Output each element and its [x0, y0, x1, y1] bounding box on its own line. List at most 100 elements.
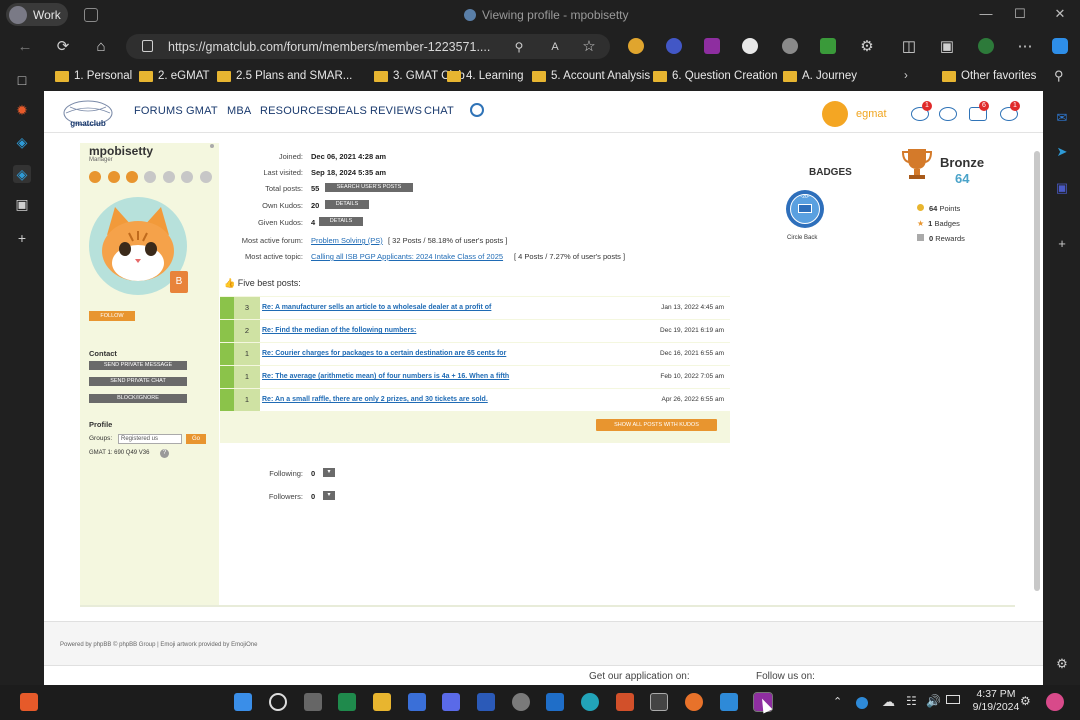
own-kudos-details-button[interactable]: DETAILS: [325, 200, 369, 209]
system-clock[interactable]: 4:37 PM 9/19/2024: [972, 688, 1020, 714]
messages-icon[interactable]: [939, 107, 957, 121]
read-aloud-icon[interactable]: A: [546, 38, 564, 56]
post-link[interactable]: Re: An a small raffle, there are only 2 …: [262, 396, 488, 403]
account-name[interactable]: egmat: [856, 108, 887, 120]
add-icon[interactable]: +: [13, 229, 31, 247]
split-screen-icon[interactable]: ◫: [900, 38, 918, 56]
copilot-icon[interactable]: [1046, 693, 1064, 711]
task-view-icon[interactable]: [304, 693, 322, 711]
volume-icon[interactable]: 🔊: [926, 694, 941, 708]
given-kudos-details-button[interactable]: DETAILS: [319, 217, 363, 226]
extension-icon[interactable]: ◈: [13, 165, 31, 183]
nav-resources[interactable]: RESOURCES: [260, 105, 331, 117]
tab-list-icon[interactable]: □: [13, 71, 31, 89]
word-icon[interactable]: [477, 693, 495, 711]
notepad-icon[interactable]: [720, 693, 738, 711]
settings-gear-icon[interactable]: ⚙: [1053, 655, 1071, 673]
post-link[interactable]: Re: A manufacturer sells an article to a…: [262, 304, 491, 311]
outlook-icon[interactable]: ✉: [1053, 109, 1071, 127]
most-active-forum-link[interactable]: Problem Solving (PS): [311, 236, 383, 245]
chevron-up-icon[interactable]: ⌃: [833, 695, 842, 708]
search-users-posts-button[interactable]: SEARCH USER'S POSTS: [325, 183, 413, 192]
nav-forums[interactable]: FORUMS: [134, 105, 183, 117]
refresh-icon[interactable]: ⟳: [54, 38, 72, 56]
post-link[interactable]: Re: Courier charges for packages to a ce…: [262, 350, 506, 357]
nav-gmat[interactable]: GMAT: [186, 105, 218, 117]
gmatclub-logo[interactable]: gmatclub: [60, 99, 116, 129]
widget-icon[interactable]: [20, 693, 38, 711]
nav-chat[interactable]: CHAT: [424, 105, 454, 117]
browser-profile-button[interactable]: Work: [6, 3, 68, 26]
firefox-icon[interactable]: [685, 693, 703, 711]
groups-select[interactable]: Registered us: [118, 434, 182, 444]
search-icon[interactable]: [269, 693, 287, 711]
snipping-tool-icon[interactable]: [650, 693, 668, 711]
help-icon[interactable]: ?: [160, 449, 169, 458]
back-icon[interactable]: ←: [16, 38, 34, 56]
extension-icon[interactable]: [782, 38, 798, 54]
bookmark-folder[interactable]: 6. Question Creation: [653, 70, 777, 82]
follow-button[interactable]: FOLLOW: [89, 311, 135, 321]
settings-gear-icon[interactable]: ⚙: [1020, 694, 1031, 708]
onedrive-icon[interactable]: ☁: [882, 694, 895, 710]
battery-icon[interactable]: [946, 695, 960, 704]
circle-back-badge-icon[interactable]: -20-: [786, 190, 824, 228]
excel-icon[interactable]: [338, 693, 356, 711]
nav-mba[interactable]: MBA: [227, 105, 251, 117]
collections-icon[interactable]: ▣: [938, 38, 956, 56]
bookmark-folder[interactable]: 5. Account Analysis: [532, 70, 650, 82]
search-icon[interactable]: [470, 103, 484, 117]
vpn-icon[interactable]: [978, 38, 994, 54]
bookmark-folder[interactable]: Other favorites: [942, 70, 1036, 82]
post-link[interactable]: Re: Find the median of the following num…: [262, 327, 416, 334]
printer-extension-icon[interactable]: [820, 38, 836, 54]
minimize-icon[interactable]: —: [976, 6, 996, 21]
extensions-puzzle-icon[interactable]: ⚙: [858, 38, 876, 56]
edge-icon[interactable]: [581, 693, 599, 711]
home-icon[interactable]: ⌂: [92, 38, 110, 56]
bookmark-folder[interactable]: 4. Learning: [447, 70, 524, 82]
extension-icon[interactable]: [742, 38, 758, 54]
show-all-posts-with-kudos-button[interactable]: SHOW ALL POSTS WITH KUDOS: [596, 419, 717, 431]
bookmark-folder[interactable]: 2. eGMAT: [139, 70, 210, 82]
tab-actions-icon[interactable]: [84, 8, 98, 22]
extension-icon[interactable]: [628, 38, 644, 54]
teams-icon[interactable]: ▣: [1053, 179, 1071, 197]
go-button[interactable]: Go: [186, 434, 206, 444]
telegram-icon[interactable]: ➤: [1053, 143, 1071, 161]
file-explorer-icon[interactable]: [373, 693, 391, 711]
copilot-icon[interactable]: [1052, 38, 1068, 54]
start-windows-icon[interactable]: [234, 693, 252, 711]
most-active-topic-link[interactable]: Calling all ISB PGP Applicants: 2024 Int…: [311, 252, 503, 261]
chevron-down-icon[interactable]: ▾: [323, 491, 335, 500]
account-avatar[interactable]: [822, 101, 848, 127]
outlook-icon[interactable]: [546, 693, 564, 711]
zoom-icon[interactable]: ⚲: [510, 38, 528, 56]
store-icon[interactable]: [408, 693, 426, 711]
bookmark-folder[interactable]: 2.5 Plans and SMAR...: [217, 70, 352, 82]
scrollbar-thumb[interactable]: [1034, 151, 1040, 591]
extension-icon[interactable]: [666, 38, 682, 54]
chevron-right-icon[interactable]: ›: [904, 70, 908, 82]
send-private-chat-button[interactable]: SEND PRIVATE CHAT: [89, 377, 187, 386]
nav-reviews[interactable]: REVIEWS: [370, 105, 422, 117]
bookmark-folder[interactable]: 1. Personal: [55, 70, 132, 82]
tab-icon[interactable]: ▣: [13, 195, 31, 213]
chevron-down-icon[interactable]: ▾: [323, 468, 335, 477]
search-icon[interactable]: ⚲: [1054, 68, 1064, 84]
post-link[interactable]: Re: The average (arithmetic mean) of fou…: [262, 373, 509, 380]
extension-icon[interactable]: ✹: [13, 101, 31, 119]
add-icon[interactable]: +: [1053, 235, 1071, 253]
extension-icon[interactable]: ◈: [13, 133, 31, 151]
close-icon[interactable]: ✕: [1050, 6, 1070, 22]
address-bar[interactable]: https://gmatclub.com/forum/members/membe…: [126, 34, 610, 59]
nav-deals[interactable]: DEALS: [330, 105, 367, 117]
bookmark-folder[interactable]: A. Journey: [783, 70, 857, 82]
maximize-icon[interactable]: ☐: [1010, 6, 1030, 22]
onenote-extension-icon[interactable]: [704, 38, 720, 54]
powerpoint-icon[interactable]: [616, 693, 634, 711]
wifi-icon[interactable]: ☷: [906, 694, 917, 708]
favorite-star-icon[interactable]: ☆: [580, 38, 598, 56]
block-ignore-button[interactable]: BLOCK/IGNORE: [89, 394, 187, 403]
more-menu-icon[interactable]: ⋯: [1016, 38, 1034, 56]
